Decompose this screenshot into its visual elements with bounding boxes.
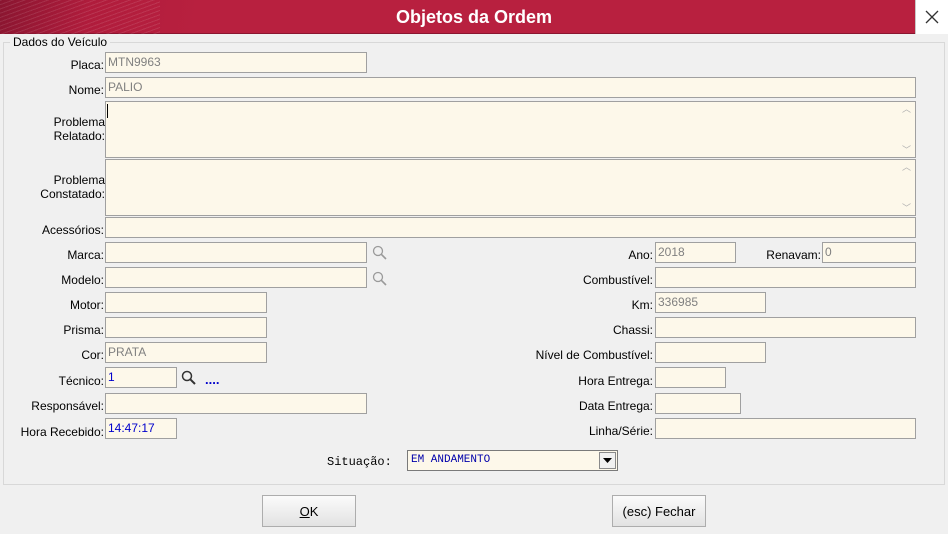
situacao-value: EM ANDAMENTO [411, 454, 491, 466]
prisma-field[interactable] [105, 317, 267, 338]
prisma-label: Prisma: [63, 323, 104, 337]
data-entrega-label: Data Entrega: [578, 399, 653, 413]
chassi-field[interactable] [655, 317, 916, 338]
problema-constatado-scrollbar[interactable]: ︿ ﹀ [898, 160, 915, 215]
cor-label: Cor: [81, 348, 104, 362]
motor-field[interactable] [105, 292, 267, 313]
fechar-button[interactable]: (esc) Fechar [612, 495, 706, 527]
combustivel-label: Combustível: [582, 273, 653, 287]
marca-search-icon[interactable] [371, 244, 389, 262]
chassi-label: Chassi: [612, 323, 653, 337]
group-legend: Dados do Veículo [10, 35, 111, 49]
renavam-label: Renavam: [766, 248, 821, 262]
modelo-field[interactable] [105, 267, 367, 288]
nivel-combustivel-label: Nível de Combustível: [535, 348, 653, 362]
motor-label: Motor: [69, 298, 104, 312]
scroll-up-icon[interactable]: ︿ [898, 160, 915, 174]
problema-relatado-scrollbar[interactable]: ︿ ﹀ [898, 102, 915, 157]
cor-field[interactable]: PRATA [105, 342, 267, 363]
window-title: Objetos da Ordem [395, 7, 553, 27]
situacao-select[interactable]: EM ANDAMENTO [407, 450, 618, 471]
problema-relatado-label: Problema Relatado: [53, 115, 105, 143]
km-field[interactable]: 336985 [655, 292, 766, 313]
title-bar: Objetos da Ordem [0, 0, 948, 34]
tecnico-label: Técnico: [58, 374, 104, 388]
tecnico-search-icon[interactable] [180, 369, 198, 387]
ok-button-label: K [309, 503, 319, 519]
data-entrega-field[interactable] [655, 393, 741, 414]
hora-recebido-field[interactable]: 14:47:17 [105, 418, 177, 439]
scroll-up-icon[interactable]: ︿ [898, 102, 915, 116]
scroll-down-icon[interactable]: ﹀ [898, 201, 915, 215]
modelo-label: Modelo: [61, 273, 104, 287]
marca-label: Marca: [67, 248, 104, 262]
problema-constatado-textarea[interactable]: ︿ ﹀ [105, 159, 916, 216]
nivel-combustivel-field[interactable] [655, 342, 766, 363]
hora-recebido-label: Hora Recebido: [20, 425, 104, 439]
ano-label: Ano: [628, 248, 653, 262]
modelo-search-icon[interactable] [371, 270, 389, 288]
ok-button-mnemonic: O [299, 503, 310, 519]
text-caret [107, 104, 108, 118]
combustivel-field[interactable] [655, 267, 916, 288]
nome-label: Nome: [68, 83, 104, 97]
acessorios-label: Acessórios: [41, 223, 104, 237]
renavam-field[interactable]: 0 [822, 242, 916, 263]
nome-field[interactable]: PALIO [105, 77, 916, 98]
marca-field[interactable] [105, 242, 367, 263]
linha-serie-label: Linha/Série: [588, 424, 653, 438]
close-icon [925, 10, 939, 24]
hora-entrega-field[interactable] [655, 367, 726, 388]
km-label: Km: [631, 298, 653, 312]
linha-serie-field[interactable] [655, 418, 916, 439]
situacao-label: Situação: [327, 455, 392, 469]
ok-button[interactable]: OK [262, 495, 356, 527]
responsavel-label: Responsável: [31, 399, 104, 413]
acessorios-field[interactable] [105, 217, 916, 238]
dropdown-arrow-icon[interactable] [599, 452, 616, 469]
close-button[interactable] [915, 0, 948, 34]
scroll-down-icon[interactable]: ﹀ [898, 143, 915, 157]
tecnico-field[interactable]: 1 [105, 367, 177, 388]
placa-field[interactable]: MTN9963 [105, 52, 367, 73]
placa-label: Placa: [70, 58, 104, 72]
responsavel-field[interactable] [105, 393, 367, 414]
tecnico-more-link[interactable]: .... [205, 373, 219, 386]
problema-relatado-textarea[interactable]: ︿ ﹀ [105, 101, 916, 158]
problema-constatado-label: Problema Constatado: [40, 173, 105, 201]
hora-entrega-label: Hora Entrega: [578, 374, 653, 388]
ano-field[interactable]: 2018 [655, 242, 736, 263]
